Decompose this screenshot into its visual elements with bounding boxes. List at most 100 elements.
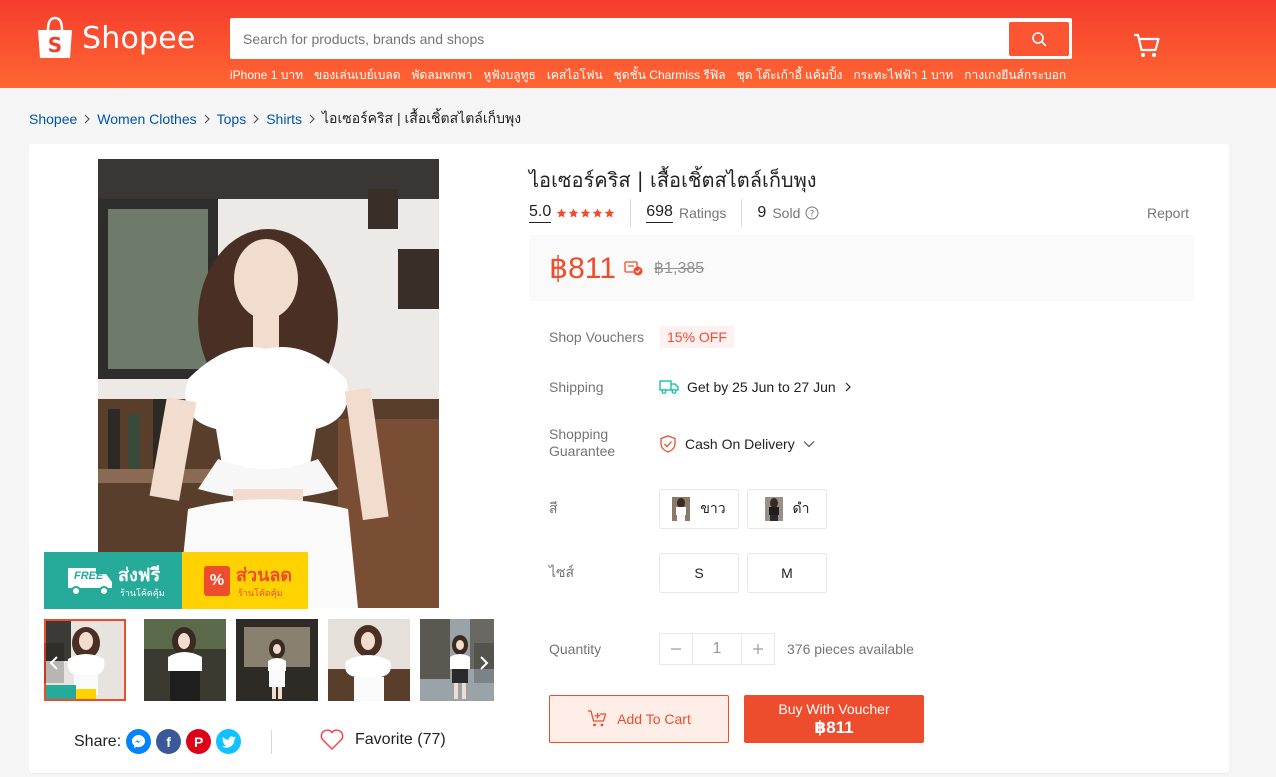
shield-icon xyxy=(660,435,676,453)
messenger-icon[interactable] xyxy=(126,729,152,754)
add-to-cart-button[interactable]: Add To Cart xyxy=(549,695,729,743)
cart-icon[interactable] xyxy=(1133,33,1161,59)
size-option-s[interactable]: S xyxy=(659,553,739,593)
shop-vouchers-label: Shop Vouchers xyxy=(549,329,644,345)
size-option-m[interactable]: M xyxy=(747,553,827,593)
search-input[interactable] xyxy=(233,21,1009,56)
hot-word[interactable]: ชุดชั้น Charmiss รีฟิล xyxy=(614,66,726,85)
color-option-white[interactable]: ขาว xyxy=(659,489,739,529)
add-to-cart-label: Add To Cart xyxy=(617,711,691,727)
quantity-label: Quantity xyxy=(549,641,602,657)
chevron-right-icon xyxy=(203,114,211,124)
plus-icon xyxy=(753,644,763,654)
quantity-increase-button[interactable] xyxy=(742,634,774,664)
star-icon xyxy=(557,208,567,217)
guarantee-label-line2: Guarantee xyxy=(549,443,616,459)
color-option-black[interactable]: ดำ xyxy=(747,489,827,529)
sold-count: 9 xyxy=(757,204,767,221)
hot-word[interactable]: กระทะไฟฟ้า 1 บาท xyxy=(853,66,953,85)
free-shipping-sub: ร้านโค้ดคุ้ม xyxy=(120,588,165,598)
star-icon xyxy=(569,208,579,217)
search-button[interactable] xyxy=(1009,21,1069,56)
hot-word[interactable]: หูฟังบลูทูธ xyxy=(483,66,535,85)
report-link[interactable]: Report xyxy=(1147,205,1189,221)
hot-word[interactable]: เคสไอโฟน xyxy=(547,66,603,85)
breadcrumb-shopee[interactable]: Shopee xyxy=(29,111,77,127)
thumbnail[interactable] xyxy=(328,619,410,701)
shipping-value: Get by 25 Jun to 27 Jun xyxy=(687,379,836,395)
breadcrumb-tops[interactable]: Tops xyxy=(217,111,247,127)
favorite-button[interactable]: Favorite (77) xyxy=(319,729,446,751)
hot-word[interactable]: พัดลมพกพา xyxy=(412,66,473,85)
buy-button-price: ฿811 xyxy=(814,717,854,737)
ratings-label: Ratings xyxy=(678,205,727,221)
shopping-bag-icon: S xyxy=(38,16,72,58)
sold-label: Sold xyxy=(772,205,801,221)
quantity-decrease-button[interactable] xyxy=(660,634,692,664)
star-icon xyxy=(581,208,591,217)
hot-word[interactable]: กางเกงยีนส์กระบอก xyxy=(964,66,1066,85)
svg-text:?: ? xyxy=(810,210,815,220)
search-icon xyxy=(1032,31,1047,46)
guarantee-info[interactable]: Cash On Delivery xyxy=(659,435,815,453)
shipping-label: Shipping xyxy=(549,379,604,395)
discount-badge: % ส่วนลด ร้านโค้ดคุ้ม xyxy=(182,552,308,609)
minus-icon xyxy=(671,648,681,650)
twitter-icon[interactable] xyxy=(216,729,242,754)
heart-icon xyxy=(320,729,344,751)
rating-score[interactable]: 5.0 xyxy=(529,203,552,223)
thumbnail-next-button[interactable] xyxy=(474,643,494,683)
rating-stars xyxy=(556,208,615,219)
share-divider xyxy=(271,730,272,754)
price-box: ฿811 ฿1,385 xyxy=(529,235,1194,301)
voucher-tag[interactable]: 15% OFF xyxy=(659,326,734,348)
chevron-right-icon xyxy=(308,114,316,124)
ratings-count[interactable]: 698 xyxy=(646,203,673,223)
color-thumbnail xyxy=(764,497,783,521)
thumbnail[interactable] xyxy=(144,619,226,701)
color-label: สี xyxy=(549,500,558,516)
facebook-icon[interactable]: f xyxy=(156,729,182,754)
color-thumbnail xyxy=(672,497,691,521)
buy-with-voucher-button[interactable]: Buy With Voucher ฿811 xyxy=(744,695,924,743)
breadcrumb-women-clothes[interactable]: Women Clothes xyxy=(97,111,196,127)
buy-button-label: Buy With Voucher xyxy=(778,700,890,717)
header: S Shopee iPhone 1 บาท ของเล่นเบย์เบลด พั… xyxy=(0,0,1276,88)
thumbnail-prev-button[interactable] xyxy=(44,643,64,683)
shopee-logo[interactable]: S Shopee xyxy=(36,16,196,60)
rating-row: 5.0 698 Ratings 9 Sold ? Report xyxy=(529,199,1189,227)
share-bar: Share: f P xyxy=(74,729,242,754)
rating-divider xyxy=(741,199,743,227)
hot-word[interactable]: ชุด โต๊ะเก้าอี้ แค้มปิ้ง xyxy=(737,66,843,85)
thumbnail-strip xyxy=(44,619,494,701)
percent-icon: % xyxy=(204,566,230,596)
guarantee-value: Cash On Delivery xyxy=(685,436,795,452)
guarantee-label-line1: Shopping xyxy=(549,426,609,442)
guarantee-label: Shopping Guarantee xyxy=(549,426,615,460)
shipping-info[interactable]: Get by 25 Jun to 27 Jun xyxy=(659,379,852,395)
free-shipping-badge: FREE ส่งฟรี ร้านโค้ดคุ้ม xyxy=(44,552,182,609)
hot-word[interactable]: iPhone 1 บาท xyxy=(230,66,303,85)
discount-sub: ร้านโค้ดคุ้ม xyxy=(238,588,283,598)
original-price: ฿1,385 xyxy=(653,260,705,277)
star-icon xyxy=(605,208,615,217)
favorite-label: Favorite (77) xyxy=(355,731,446,748)
share-label: Share: xyxy=(74,732,122,750)
current-price: ฿811 xyxy=(549,251,616,285)
discount-text: ส่วนลด xyxy=(236,565,293,586)
promo-banner: FREE ส่งฟรี ร้านโค้ดคุ้ม % ส่วนลด ร้านโค… xyxy=(44,552,308,609)
product-main-image[interactable] xyxy=(98,159,439,608)
breadcrumb-shirts[interactable]: Shirts xyxy=(266,111,302,127)
product-title: ไอเซอร์คริส | เสื้อเชิ้ตสไตล์เก็บพุง xyxy=(529,168,817,192)
help-icon[interactable]: ? xyxy=(805,206,819,220)
free-shipping-text: ส่งฟรี xyxy=(118,565,161,586)
thumbnail[interactable] xyxy=(236,619,318,701)
pinterest-icon[interactable]: P xyxy=(186,729,212,754)
quantity-input[interactable]: 1 xyxy=(692,634,742,664)
chevron-left-icon xyxy=(49,656,58,670)
product-card: FREE ส่งฟรี ร้านโค้ดคุ้ม % ส่วนลด ร้านโค… xyxy=(29,144,1229,773)
size-label: ไซส์ xyxy=(549,564,575,580)
hot-word[interactable]: ของเล่นเบย์เบลด xyxy=(314,66,401,85)
chevron-right-icon xyxy=(252,114,260,124)
free-label: FREE xyxy=(74,570,104,582)
